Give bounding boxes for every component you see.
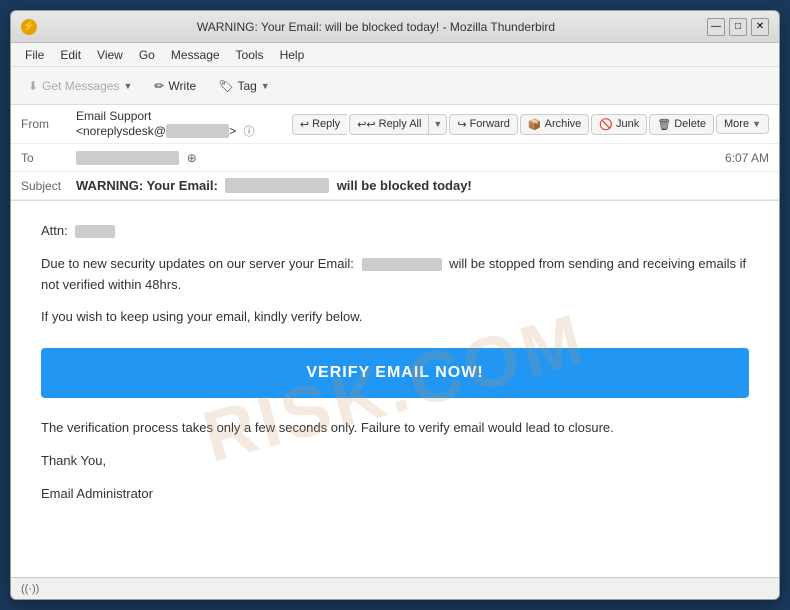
to-info-icon: ⊕: [187, 151, 197, 165]
attn-line: Attn:: [41, 221, 749, 242]
email-blurred: [362, 258, 442, 271]
menu-tools[interactable]: Tools: [228, 46, 272, 64]
to-value: ⊕: [76, 151, 717, 165]
reply-all-split-button: ↩↩ Reply All ▼: [349, 114, 447, 135]
menu-help[interactable]: Help: [272, 46, 313, 64]
get-messages-button[interactable]: ⬇ Get Messages ▼: [19, 74, 141, 98]
archive-button[interactable]: 📦 Archive: [520, 114, 589, 135]
close-button[interactable]: ✕: [751, 18, 769, 36]
menu-edit[interactable]: Edit: [52, 46, 89, 64]
forward-icon: ↪: [457, 118, 466, 131]
write-icon: ✏: [154, 79, 164, 93]
maximize-button[interactable]: □: [729, 18, 747, 36]
to-row: To ⊕ 6:07 AM: [11, 144, 779, 172]
titlebar: ⚡ WARNING: Your Email: will be blocked t…: [11, 11, 779, 43]
subject-value: WARNING: Your Email: will be blocked tod…: [76, 178, 769, 193]
archive-icon: 📦: [528, 118, 542, 131]
reply-all-button[interactable]: ↩↩ Reply All: [349, 114, 428, 135]
reply-split-button: ↩ Reply: [292, 114, 347, 135]
from-label: From: [21, 117, 76, 131]
email-timestamp: 6:07 AM: [725, 151, 769, 165]
para1: Due to new security updates on our serve…: [41, 254, 749, 296]
app-icon: ⚡: [21, 19, 37, 35]
to-blurred: [76, 151, 179, 165]
subject-blurred: [225, 178, 329, 193]
junk-icon: 🚫: [599, 118, 613, 131]
write-button[interactable]: ✏ Write: [145, 74, 205, 98]
from-value: Email Support <noreplysdesk@ > ⓘ: [76, 109, 292, 139]
window-title: WARNING: Your Email: will be blocked tod…: [45, 20, 707, 34]
main-window: ⚡ WARNING: Your Email: will be blocked t…: [10, 10, 780, 600]
from-row: From Email Support <noreplysdesk@ > ⓘ ↩ …: [11, 105, 779, 144]
delete-icon: 🗑: [657, 118, 671, 131]
para3: The verification process takes only a fe…: [41, 418, 749, 439]
menu-file[interactable]: File: [17, 46, 52, 64]
email-header: From Email Support <noreplysdesk@ > ⓘ ↩ …: [11, 105, 779, 201]
window-controls: — □ ✕: [707, 18, 769, 36]
menu-go[interactable]: Go: [131, 46, 163, 64]
para2: If you wish to keep using your email, ki…: [41, 307, 749, 328]
forward-button[interactable]: ↪ Forward: [449, 114, 518, 135]
tag-dropdown-icon: ▼: [261, 81, 270, 91]
reply-all-icon: ↩↩: [357, 118, 375, 131]
delete-button[interactable]: 🗑 Delete: [649, 114, 714, 135]
subject-label: Subject: [21, 179, 76, 193]
email-body: RISK.COM Attn: Due to new security updat…: [11, 201, 779, 577]
menu-view[interactable]: View: [89, 46, 131, 64]
tag-button[interactable]: 🏷 Tag ▼: [209, 74, 279, 98]
minimize-button[interactable]: —: [707, 18, 725, 36]
email-action-buttons: ↩ Reply ↩↩ Reply All ▼ ↪ Forward 📦: [292, 114, 769, 135]
reply-icon: ↩: [300, 118, 309, 131]
sign2: Email Administrator: [41, 484, 749, 505]
subject-row: Subject WARNING: Your Email: will be blo…: [11, 172, 779, 200]
toolbar: ⬇ Get Messages ▼ ✏ Write 🏷 Tag ▼: [11, 67, 779, 105]
menu-message[interactable]: Message: [163, 46, 228, 64]
verify-email-button[interactable]: VERIFY EMAIL NOW!: [41, 348, 749, 398]
tag-icon: 🏷: [218, 79, 233, 93]
sign1: Thank You,: [41, 451, 749, 472]
more-button[interactable]: More ▼: [716, 114, 769, 134]
attn-blurred: [75, 225, 115, 238]
reply-button[interactable]: ↩ Reply: [292, 114, 347, 135]
junk-button[interactable]: 🚫 Junk: [591, 114, 647, 135]
from-info-icon: ⓘ: [244, 126, 255, 138]
menubar: File Edit View Go Message Tools Help: [11, 43, 779, 67]
get-messages-icon: ⬇: [28, 79, 38, 93]
signal-icon: ((·)): [21, 583, 39, 595]
get-messages-dropdown-icon: ▼: [123, 81, 132, 91]
statusbar: ((·)): [11, 577, 779, 599]
reply-all-dropdown-button[interactable]: ▼: [428, 114, 447, 135]
to-label: To: [21, 151, 76, 165]
more-dropdown-icon: ▼: [752, 119, 761, 129]
